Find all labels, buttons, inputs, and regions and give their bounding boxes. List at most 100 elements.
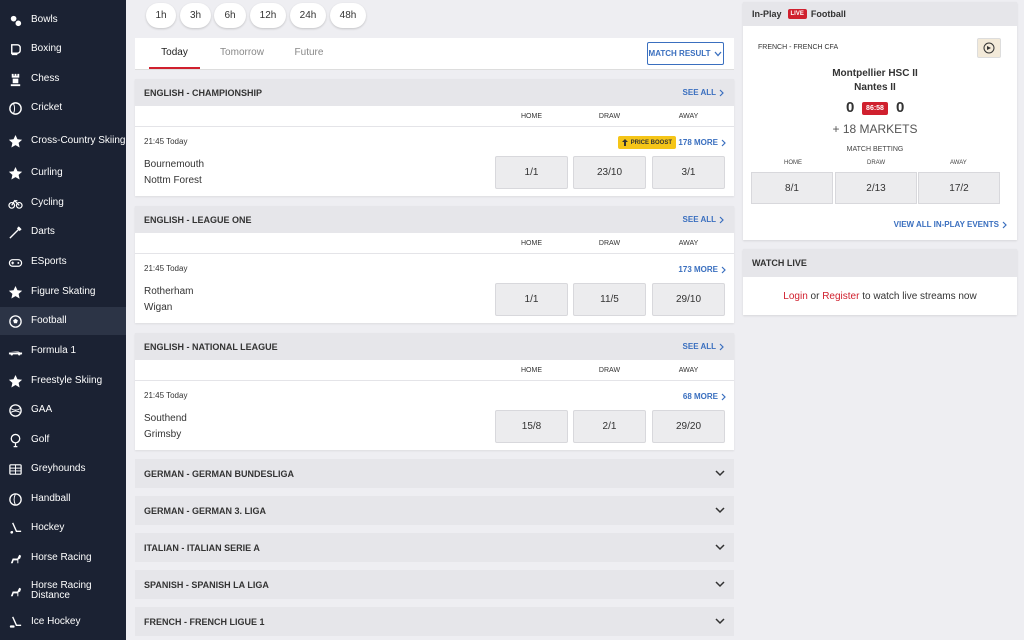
- kickoff-time: 21:45 Today: [144, 391, 188, 400]
- more-markets-label: 178 MORE: [678, 138, 718, 147]
- match-row: 21:45 Today 68 MORE Southend Grimsby 15/…: [135, 381, 734, 451]
- time-filter-6h[interactable]: 6h: [214, 3, 246, 28]
- col-away: AWAY: [678, 113, 699, 120]
- sidebar-item-horse-racing[interactable]: Horse Racing: [0, 547, 126, 569]
- column-headers: HOME DRAW AWAY: [135, 106, 734, 127]
- odds-away-button[interactable]: 3/1: [652, 156, 725, 189]
- sidebar-item-bowls[interactable]: Bowls: [0, 9, 126, 31]
- golf-ball-icon: [7, 432, 23, 448]
- odds-away-button[interactable]: 29/20: [652, 410, 725, 443]
- sidebar-item-label: Boxing: [31, 43, 62, 54]
- see-all-label: SEE ALL: [682, 342, 716, 351]
- sidebar-item-curling[interactable]: Curling: [0, 162, 126, 184]
- live-badge: LIVE: [787, 9, 807, 19]
- odds-draw-button[interactable]: 11/5: [573, 283, 646, 316]
- league-collapsed-la-liga[interactable]: SPANISH - SPANISH LA LIGA: [135, 570, 734, 599]
- star-icon: [7, 133, 23, 149]
- odds-draw-button[interactable]: 23/10: [573, 156, 646, 189]
- see-all-label: SEE ALL: [682, 88, 716, 97]
- league-block-championship: ENGLISH - CHAMPIONSHIP SEE ALL HOME DRAW…: [135, 79, 734, 196]
- sidebar-item-gaa[interactable]: GAA: [0, 399, 126, 421]
- star-icon: [7, 284, 23, 300]
- sidebar-item-hockey[interactable]: Hockey: [0, 517, 126, 539]
- sidebar-item-football[interactable]: Football: [0, 307, 126, 335]
- more-markets-link[interactable]: 173 MORE: [678, 265, 726, 274]
- sidebar-item-handball[interactable]: Handball: [0, 488, 126, 510]
- sports-sidebar: Bowls Boxing Chess Cricket Cross-Country…: [0, 0, 126, 640]
- live-stream-icon[interactable]: [977, 38, 1001, 58]
- league-header: ENGLISH - LEAGUE ONE SEE ALL: [135, 206, 734, 233]
- more-markets-link[interactable]: 68 MORE: [683, 392, 726, 401]
- tab-today[interactable]: Today: [149, 38, 200, 69]
- sidebar-item-formula-1[interactable]: Formula 1: [0, 340, 126, 362]
- see-all-label: SEE ALL: [682, 215, 716, 224]
- more-markets-link[interactable]: 178 MORE: [678, 138, 726, 147]
- odds-home-button[interactable]: 1/1: [495, 283, 568, 316]
- odds-home-button[interactable]: 15/8: [495, 410, 568, 443]
- time-filter-3h[interactable]: 3h: [180, 3, 211, 28]
- sidebar-item-cricket[interactable]: Cricket: [0, 97, 126, 119]
- league-title: ENGLISH - CHAMPIONSHIP: [144, 87, 263, 98]
- tab-tomorrow[interactable]: Tomorrow: [216, 38, 268, 69]
- away-team: Wigan: [144, 302, 173, 313]
- see-all-link[interactable]: SEE ALL: [683, 342, 724, 351]
- sidebar-item-greyhounds[interactable]: Greyhounds: [0, 458, 126, 480]
- sidebar-item-label: Horse Racing Distance: [31, 580, 92, 601]
- sidebar-item-boxing[interactable]: Boxing: [0, 38, 126, 60]
- time-filter-12h[interactable]: 12h: [250, 3, 286, 28]
- sidebar-item-label: Freestyle Skiing: [31, 375, 103, 386]
- in-play-odds-home-button[interactable]: 8/1: [751, 172, 833, 204]
- in-play-odds-away-button[interactable]: 17/2: [918, 172, 1000, 204]
- sidebar-item-ice-hockey[interactable]: Ice Hockey: [0, 611, 126, 633]
- chevron-down-icon: [715, 507, 725, 514]
- see-all-link[interactable]: SEE ALL: [683, 215, 724, 224]
- league-collapsed-bundesliga[interactable]: GERMAN - GERMAN BUNDESLIGA: [135, 459, 734, 488]
- register-link[interactable]: Register: [822, 291, 859, 302]
- login-link[interactable]: Login: [783, 291, 807, 302]
- odds-draw-button[interactable]: 2/1: [573, 410, 646, 443]
- match-row: 21:45 Today PRICE BOOST 178 MORE Bournem…: [135, 127, 734, 197]
- sidebar-item-freestyle-skiing[interactable]: Freestyle Skiing: [0, 370, 126, 392]
- see-all-link[interactable]: SEE ALL: [683, 88, 724, 97]
- league-collapsed-serie-a[interactable]: ITALIAN - ITALIAN SERIE A: [135, 533, 734, 562]
- time-filter-24h[interactable]: 24h: [290, 3, 326, 28]
- sidebar-item-cross-country-skiing[interactable]: Cross-Country Skiing: [0, 128, 126, 154]
- in-play-odds-draw-button[interactable]: 2/13: [835, 172, 917, 204]
- sidebar-item-figure-skating[interactable]: Figure Skating: [0, 281, 126, 303]
- sidebar-item-darts[interactable]: Darts: [0, 221, 126, 243]
- sidebar-item-horse-racing-distance[interactable]: Horse Racing Distance: [0, 578, 126, 604]
- more-markets-count[interactable]: + 18 MARKETS: [743, 122, 1007, 136]
- bicycle-icon: [7, 195, 23, 211]
- sidebar-item-cycling[interactable]: Cycling: [0, 192, 126, 214]
- sidebar-item-golf[interactable]: Golf: [0, 429, 126, 451]
- sidebar-item-label: ESports: [31, 256, 67, 267]
- chevron-down-icon: [715, 544, 725, 551]
- sidebar-item-label: Handball: [31, 493, 71, 504]
- league-collapsed-3-liga[interactable]: GERMAN - GERMAN 3. LIGA: [135, 496, 734, 525]
- chevron-down-icon: [715, 470, 725, 477]
- football-icon: [7, 313, 23, 329]
- match-betting-title: MATCH BETTING: [846, 146, 904, 153]
- tab-future[interactable]: Future: [287, 38, 331, 69]
- sidebar-item-label: Cycling: [31, 197, 64, 208]
- time-filter-48h[interactable]: 48h: [330, 3, 366, 28]
- sidebar-item-chess[interactable]: Chess: [0, 68, 126, 90]
- col-away: AWAY: [950, 160, 967, 166]
- chevron-right-icon: [721, 139, 726, 146]
- time-filter-1h[interactable]: 1h: [146, 3, 176, 28]
- away-team: Grimsby: [144, 429, 182, 440]
- sidebar-item-label: Football: [31, 315, 67, 326]
- view-all-in-play-link[interactable]: VIEW ALL IN-PLAY EVENTS: [894, 220, 1007, 229]
- league-collapsed-ligue-1[interactable]: FRENCH - FRENCH LIGUE 1: [135, 607, 734, 636]
- chevron-right-icon: [719, 89, 724, 96]
- sidebar-item-label: Ice Hockey: [31, 616, 81, 627]
- star-icon: [7, 373, 23, 389]
- league-block-league-one: ENGLISH - LEAGUE ONE SEE ALL HOME DRAW A…: [135, 206, 734, 323]
- col-draw: DRAW: [598, 367, 621, 374]
- odds-away-button[interactable]: 29/10: [652, 283, 725, 316]
- watch-live-panel: WATCH LIVE Login or Register to watch li…: [743, 249, 1017, 315]
- odds-home-button[interactable]: 1/1: [495, 156, 568, 189]
- match-result-dropdown[interactable]: MATCH RESULT: [647, 42, 724, 65]
- day-tabs: Today Tomorrow Future MATCH RESULT: [135, 38, 734, 70]
- sidebar-item-esports[interactable]: ESports: [0, 251, 126, 273]
